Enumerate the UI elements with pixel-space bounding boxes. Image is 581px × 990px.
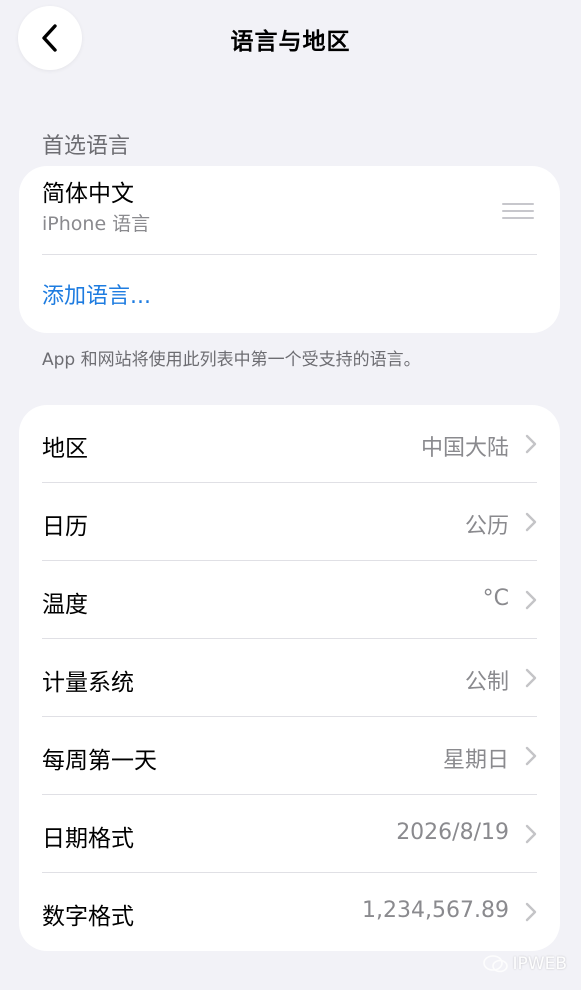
settings-row-calendar[interactable]: 日历 公历	[19, 483, 560, 561]
row-value: 公制	[464, 670, 509, 695]
row-value: 公历	[464, 514, 509, 539]
row-label: 每周第一天	[42, 748, 157, 774]
language-name: 简体中文	[42, 181, 134, 207]
watermark-text: IPWEB	[512, 954, 567, 974]
chevron-right-icon	[525, 824, 537, 844]
add-language-button[interactable]: 添加语言...	[42, 278, 151, 310]
watermark: IPWEB	[482, 954, 567, 974]
chevron-right-icon	[525, 746, 537, 766]
settings-row-measurement-system[interactable]: 计量系统 公制	[19, 639, 560, 717]
chevron-right-icon	[525, 902, 537, 922]
row-value: 中国大陆	[420, 436, 509, 461]
settings-row-temperature[interactable]: 温度 °C	[19, 561, 560, 639]
page-title: 语言与地区	[230, 29, 351, 55]
row-label: 日历	[42, 514, 88, 540]
chevron-right-icon	[525, 512, 537, 532]
row-value: 2026/8/19	[396, 820, 509, 845]
row-value: 1,234,567.89	[362, 898, 509, 923]
settings-row-region[interactable]: 地区 中国大陆	[19, 405, 560, 483]
chevron-right-icon	[525, 590, 537, 610]
settings-row-date-format[interactable]: 日期格式 2026/8/19	[19, 795, 560, 873]
preferred-languages-header: 首选语言	[42, 134, 131, 159]
chevron-right-icon	[525, 668, 537, 688]
row-label: 日期格式	[42, 826, 134, 852]
language-item-simplified-chinese[interactable]: 简体中文 iPhone 语言	[42, 178, 150, 238]
settings-row-number-format[interactable]: 数字格式 1,234,567.89	[19, 873, 560, 951]
row-label: 地区	[42, 436, 88, 462]
settings-row-first-day-of-week[interactable]: 每周第一天 星期日	[19, 717, 560, 795]
preferred-languages-footnote: App 和网站将使用此列表中第一个受支持的语言。	[42, 350, 421, 370]
row-value: °C	[482, 586, 509, 611]
region-settings-card: 地区 中国大陆 日历 公历 温度 °C 计量系统 公制 每周第一天 星期日 日期…	[19, 405, 560, 951]
language-subtitle: iPhone 语言	[42, 213, 151, 235]
row-label: 温度	[42, 592, 88, 618]
row-label: 计量系统	[42, 670, 134, 696]
language-region-screen: 语言与地区 首选语言 简体中文 iPhone 语言 添加语言... App 和网…	[0, 0, 581, 990]
reorder-handle-icon[interactable]	[502, 203, 534, 221]
preferred-languages-card: 简体中文 iPhone 语言 添加语言...	[19, 166, 560, 333]
row-value: 星期日	[442, 748, 509, 773]
row-label: 数字格式	[42, 904, 134, 930]
divider	[42, 254, 537, 255]
wechat-logo-icon	[482, 955, 508, 973]
chevron-right-icon	[525, 434, 537, 454]
nav-bar: 语言与地区	[0, 0, 581, 80]
